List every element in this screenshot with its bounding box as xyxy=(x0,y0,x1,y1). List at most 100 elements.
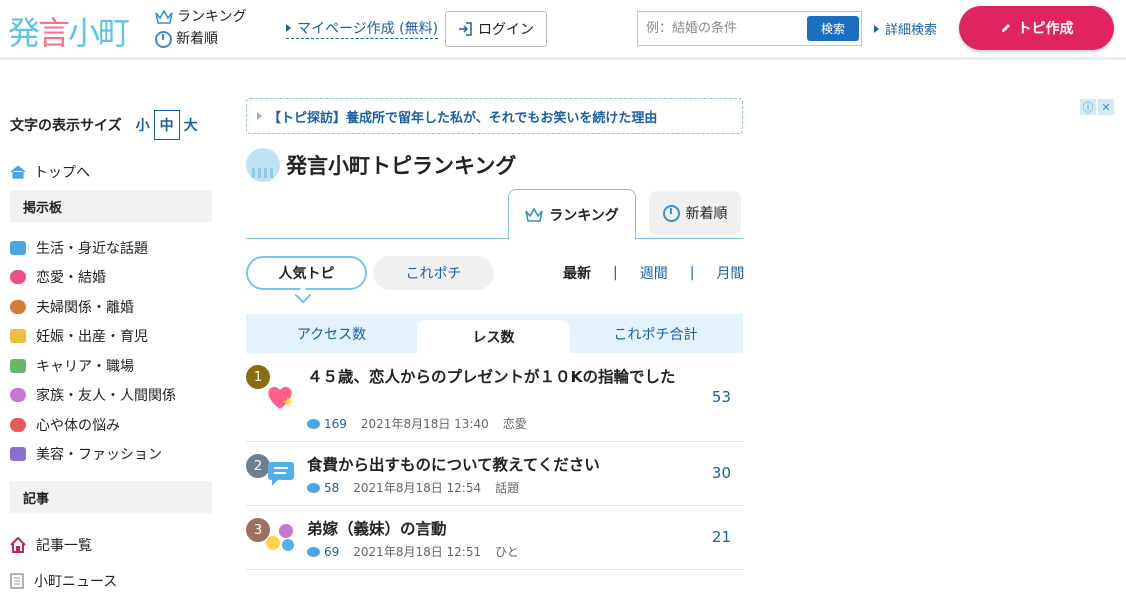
search-button[interactable]: 検索 xyxy=(807,16,859,41)
board-heading: 掲示板 xyxy=(10,190,212,222)
sidebar-item-childcare[interactable]: 妊娠・出産・育児 xyxy=(10,322,176,352)
sidebar-item-career[interactable]: キャリア・職場 xyxy=(10,351,176,381)
topic-category: ひと xyxy=(495,545,519,559)
nav-new-link[interactable]: 新着順 xyxy=(155,28,247,50)
font-size-large[interactable]: 大 xyxy=(180,115,202,135)
triangle-right-icon xyxy=(874,25,879,33)
info-icon[interactable]: ⓘ xyxy=(1080,99,1096,115)
login-label: ログイン xyxy=(478,22,534,38)
comment-count-value: 169 xyxy=(324,416,347,431)
period-latest[interactable]: 最新 xyxy=(563,263,591,283)
sort-tabs: アクセス数 レス数 これポチ合計 xyxy=(246,314,743,353)
topic-date: 2021年8月18日 13:40 xyxy=(360,417,489,431)
tab-new[interactable]: 新着順 xyxy=(649,191,741,235)
cosmetics-icon xyxy=(10,447,26,462)
period-weekly[interactable]: 週間 xyxy=(640,263,668,283)
header-nav: ランキング 新着順 xyxy=(155,6,247,50)
board-list: 生活・身近な話題 恋愛・結婚 夫婦関係・離婚 妊娠・出産・育児 キャリア・職場 … xyxy=(10,233,176,469)
sidebar-item-label: 夫婦関係・離婚 xyxy=(36,299,134,316)
korepochi-pill[interactable]: これポチ xyxy=(373,256,494,290)
jellyfish-mascot-icon xyxy=(246,148,280,182)
table-row[interactable]: 2 食費から出すものについて教えてください 58 2021年8月18日 12:5… xyxy=(246,442,743,506)
sidebar-item-love[interactable]: 恋愛・結婚 xyxy=(10,263,176,293)
close-icon[interactable]: ✕ xyxy=(1098,99,1114,115)
sidebar-item-label: 妊娠・出産・育児 xyxy=(36,329,148,346)
sidebar-item-health[interactable]: 心や体の悩み xyxy=(10,410,176,440)
sort-korepochi-total[interactable]: これポチ合計 xyxy=(570,314,741,353)
site-logo[interactable]: 発言小町 xyxy=(8,8,130,54)
response-count: 53 xyxy=(711,388,731,406)
divider: | xyxy=(613,265,618,281)
sidebar-item-news[interactable]: 小町ニュース xyxy=(10,563,117,599)
picture-icon xyxy=(10,358,26,373)
sidebar-item-label: 記事一覧 xyxy=(36,538,92,554)
faces-icon xyxy=(266,524,294,551)
comment-count-value: 69 xyxy=(324,544,340,559)
ad-choices[interactable]: ⓘ ✕ xyxy=(1080,99,1114,115)
articles-list: 記事一覧 小町ニュース xyxy=(10,527,117,599)
topic-meta: 58 2021年8月18日 12:54 話題 xyxy=(307,479,519,496)
comment-count: 69 xyxy=(307,545,339,559)
sidebar-item-label: 恋愛・結婚 xyxy=(36,270,106,287)
baby-bottle-icon xyxy=(10,329,26,344)
topic-date: 2021年8月18日 12:51 xyxy=(353,545,482,559)
document-icon xyxy=(10,573,24,589)
topic-meta: 69 2021年8月18日 12:51 ひと xyxy=(307,543,519,560)
comment-count-value: 58 xyxy=(324,480,340,495)
articles-heading: 記事 xyxy=(10,481,212,513)
mypage-label: マイページ作成 (無料) xyxy=(297,21,439,37)
sort-access[interactable]: アクセス数 xyxy=(246,314,417,353)
advanced-search-label: 詳細検索 xyxy=(885,23,938,38)
crown-icon xyxy=(525,207,543,222)
create-topic-button[interactable]: トピ作成 xyxy=(959,6,1114,50)
top-link-label: トップへ xyxy=(34,165,90,181)
font-size-medium[interactable]: 中 xyxy=(153,110,180,140)
crown-icon xyxy=(155,10,173,24)
topic-meta: 169 2021年8月18日 13:40 恋愛 xyxy=(307,415,527,432)
sidebar-item-articles[interactable]: 記事一覧 xyxy=(10,527,117,563)
pencil-icon xyxy=(1001,24,1010,32)
sidebar-item-beauty[interactable]: 美容・ファッション xyxy=(10,440,176,470)
people-icon xyxy=(10,388,26,403)
tab-ranking[interactable]: ランキング xyxy=(508,189,636,240)
sidebar-item-label: 家族・友人・人間関係 xyxy=(36,388,176,405)
table-row[interactable]: 1 ４５歳、恋人からのプレゼントが１０Kの指輪でした 169 2021年8月18… xyxy=(246,353,743,442)
popular-topics-pill[interactable]: 人気トピ xyxy=(246,256,367,290)
response-count: 30 xyxy=(711,464,731,482)
divider: | xyxy=(689,265,695,281)
tab-ranking-label: ランキング xyxy=(549,207,619,224)
sidebar-item-label: キャリア・職場 xyxy=(36,358,134,375)
period-selector: 最新 | 週間 | 月間 xyxy=(563,263,744,283)
clock-icon xyxy=(662,204,680,222)
sidebar-item-couple[interactable]: 夫婦関係・離婚 xyxy=(10,292,176,322)
topic-title[interactable]: ４５歳、恋人からのプレゼントが１０Kの指輪でした xyxy=(307,365,687,389)
login-button[interactable]: ログイン xyxy=(445,11,547,47)
response-count: 21 xyxy=(711,528,731,546)
feature-banner[interactable]: 【トピ探訪】養成所で留年した私が、それでもお笑いを続けた理由 xyxy=(246,98,743,134)
topic-category: 恋愛 xyxy=(502,417,527,431)
font-size-small[interactable]: 小 xyxy=(132,115,154,135)
sidebar-item-life[interactable]: 生活・身近な話題 xyxy=(10,233,176,263)
nav-new-label: 新着順 xyxy=(176,31,218,47)
tab-new-label: 新着順 xyxy=(685,206,728,222)
mypage-create-link[interactable]: マイページ作成 (無料) xyxy=(286,18,439,39)
sidebar-item-label: 小町ニュース xyxy=(34,574,118,590)
sidebar-item-label: 生活・身近な話題 xyxy=(36,240,148,257)
nav-ranking-link[interactable]: ランキング xyxy=(155,6,247,28)
home-icon xyxy=(10,537,26,553)
nav-ranking-label: ランキング xyxy=(177,9,247,25)
search-input[interactable] xyxy=(638,12,803,45)
top-page-link[interactable]: トップへ xyxy=(10,162,90,182)
period-monthly[interactable]: 月間 xyxy=(716,263,744,283)
topic-title[interactable]: 弟嫁（義妹）の言動 xyxy=(307,517,687,541)
chat-bubbles-icon xyxy=(268,462,294,486)
sort-responses[interactable]: レス数 xyxy=(417,320,570,353)
login-icon xyxy=(459,22,472,36)
home-icon xyxy=(10,165,26,179)
table-row[interactable]: 3 弟嫁（義妹）の言動 69 2021年8月18日 12:51 ひと 21 xyxy=(246,506,743,570)
triangle-right-icon xyxy=(286,24,291,32)
ranking-header: 発言小町トピランキング xyxy=(246,148,516,182)
sidebar-item-family[interactable]: 家族・友人・人間関係 xyxy=(10,381,176,411)
topic-title[interactable]: 食費から出すものについて教えてください xyxy=(307,453,687,477)
advanced-search-link[interactable]: 詳細検索 xyxy=(874,19,937,38)
